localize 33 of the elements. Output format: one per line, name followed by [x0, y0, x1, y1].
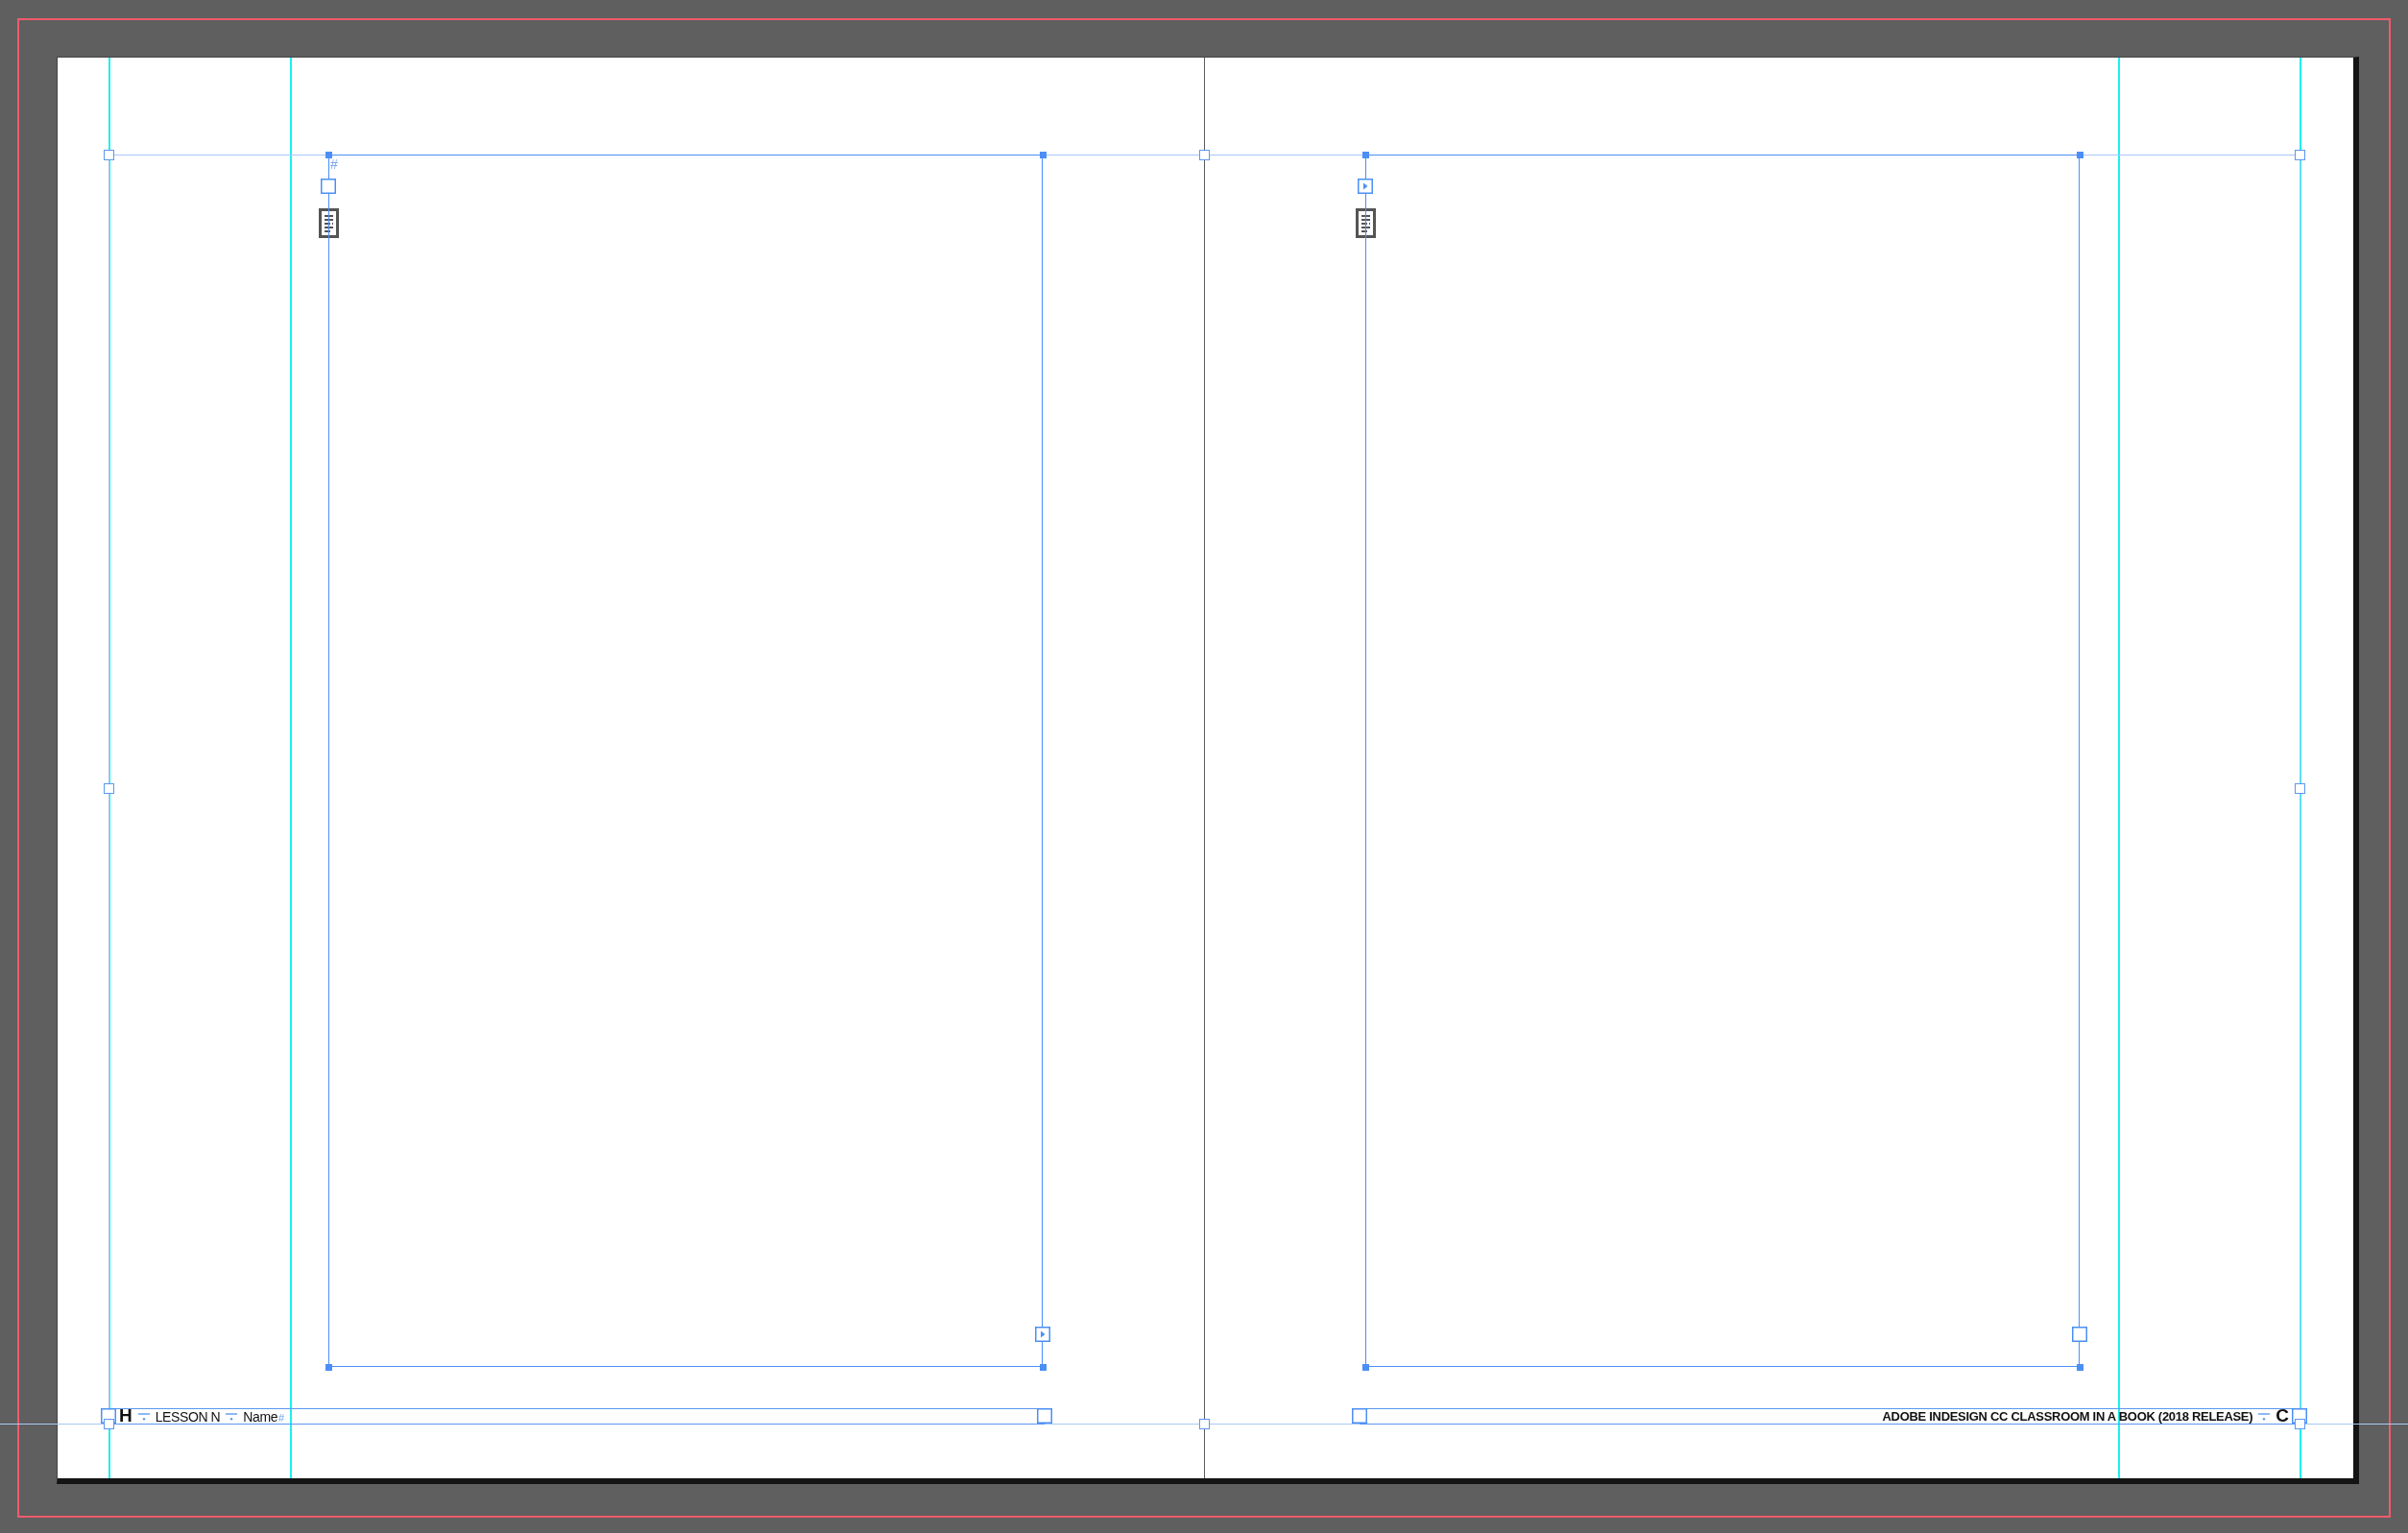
- document-icon: [319, 208, 339, 238]
- in-port[interactable]: [321, 179, 336, 194]
- in-port[interactable]: [1358, 179, 1373, 194]
- chapter-label: H: [119, 1408, 132, 1424]
- tab-marker-icon: [137, 1412, 150, 1421]
- resize-handle[interactable]: [1040, 152, 1047, 158]
- out-port[interactable]: [1037, 1408, 1052, 1424]
- resize-handle[interactable]: [325, 1364, 332, 1371]
- resize-handle[interactable]: [2295, 1419, 2305, 1429]
- footer-text: LESSON N: [155, 1410, 221, 1424]
- resize-handle[interactable]: [1362, 1364, 1369, 1371]
- resize-handle[interactable]: [2295, 783, 2305, 794]
- resize-handle[interactable]: [1199, 150, 1210, 160]
- out-port[interactable]: [1035, 1327, 1050, 1342]
- hidden-character-mark: #: [330, 157, 338, 171]
- resize-handle[interactable]: [1362, 152, 1369, 158]
- resize-handle[interactable]: [1040, 1364, 1047, 1371]
- tab-marker-icon: [226, 1412, 238, 1421]
- resize-handle[interactable]: [104, 1419, 114, 1429]
- document-icon: [1356, 208, 1376, 238]
- resize-handle[interactable]: [325, 152, 332, 158]
- chapter-label: C: [2276, 1408, 2289, 1424]
- resize-handle[interactable]: [2295, 150, 2305, 160]
- hidden-character-mark: #: [278, 1412, 285, 1424]
- resize-handle[interactable]: [1199, 1419, 1210, 1429]
- in-port[interactable]: [1352, 1408, 1367, 1424]
- out-port[interactable]: [2072, 1327, 2087, 1342]
- resize-handle[interactable]: [2077, 152, 2083, 158]
- footer-text: Name: [243, 1410, 278, 1424]
- resize-handle[interactable]: [104, 150, 114, 160]
- tab-marker-icon: [2258, 1412, 2271, 1421]
- resize-handle[interactable]: [104, 783, 114, 794]
- resize-handle[interactable]: [2077, 1364, 2083, 1371]
